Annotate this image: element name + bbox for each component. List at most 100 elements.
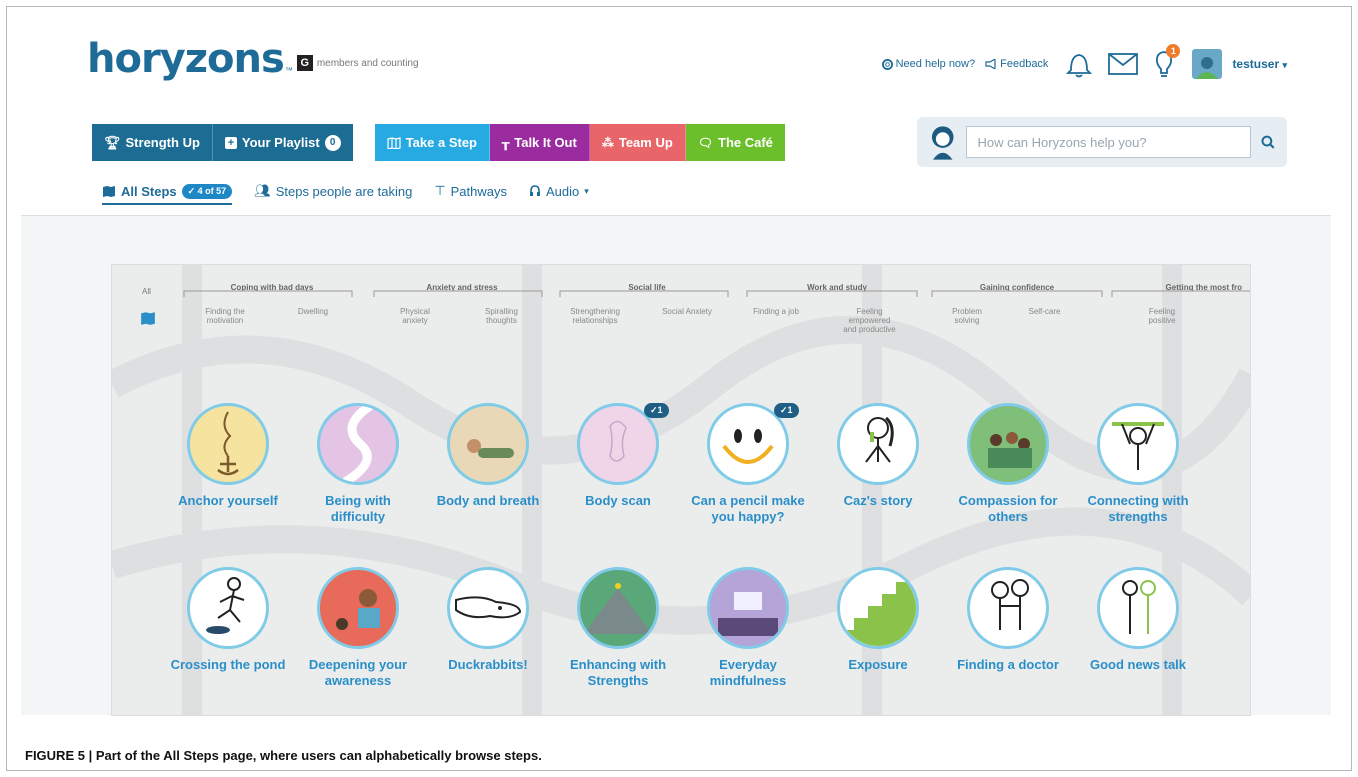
your-playlist-button[interactable]: + Your Playlist 0 — [212, 124, 353, 161]
the-cafe-label: The Café — [718, 135, 773, 150]
filter-dwelling[interactable]: Dwelling — [288, 307, 338, 316]
filter-sub-label: Problem solving — [952, 307, 982, 325]
filter-group-brackets — [183, 290, 1250, 297]
filter-problem-solving[interactable]: Problem solving — [942, 307, 992, 325]
plus-square-icon: + — [224, 136, 237, 149]
the-cafe-button[interactable]: 🗨︎ The Café — [685, 124, 785, 161]
step-thumbnail — [447, 403, 529, 485]
signpost-icon: ⊤ — [434, 183, 446, 198]
tab-audio[interactable]: Audio ▾ — [529, 184, 589, 199]
step-thumbnail — [967, 567, 1049, 649]
map-icon — [387, 136, 401, 149]
step-card-everyday-mindfulness[interactable]: Everyday mindfulness — [688, 567, 808, 689]
completed-badge: ✓1 — [774, 403, 799, 418]
step-thumbnail — [317, 567, 399, 649]
step-card-compassion-for-others[interactable]: Compassion for others — [948, 403, 1068, 525]
filter-physical-anxiety[interactable]: Physical anxiety — [390, 307, 440, 325]
filter-sub-label: Self-care — [1028, 307, 1061, 316]
step-title: Caz's story — [843, 493, 913, 508]
tips-button[interactable]: 1 — [1154, 44, 1181, 78]
caret-down-icon: ▾ — [1282, 60, 1287, 70]
weightlifter-illustration-icon — [1112, 422, 1164, 470]
trophy-icon: 🏆︎ — [104, 134, 121, 150]
filter-feeling-positive[interactable]: Feeling positive — [1137, 307, 1187, 325]
step-card-being-with-difficulty[interactable]: Being with difficulty — [298, 403, 418, 525]
tab-all-steps[interactable]: All Steps ✓ 4 of 57 — [102, 183, 233, 205]
notifications-button[interactable] — [1066, 50, 1093, 78]
step-title: Enhancing with Strengths — [569, 657, 667, 688]
step-card-body-and-breath[interactable]: Body and breath — [428, 403, 548, 509]
filter-strengthening-relationships[interactable]: Strengthening relationships — [560, 307, 630, 325]
content-area: All Coping with bad days Anxiety and str… — [21, 215, 1331, 716]
talk-it-out-button[interactable]: ┰ Talk It Out — [490, 124, 590, 161]
strength-up-label: Strength Up — [125, 135, 200, 150]
step-title: Anchor yourself — [178, 493, 278, 508]
filter-sub-label: Dwelling — [297, 307, 329, 316]
user-menu[interactable]: testuser ▾ — [1232, 57, 1287, 71]
step-card-crossing-the-pond[interactable]: Crossing the pond — [168, 567, 288, 673]
help-link[interactable]: Need help now? — [881, 58, 975, 70]
avatar[interactable] — [1192, 49, 1223, 79]
strength-up-button[interactable]: 🏆︎ Strength Up — [92, 124, 213, 161]
step-title: Finding a doctor — [957, 657, 1059, 672]
messages-button[interactable] — [1108, 53, 1139, 75]
smiley-face-icon — [722, 429, 774, 464]
team-up-button[interactable]: ⁂ Team Up — [589, 124, 686, 161]
step-title: Exposure — [848, 657, 908, 672]
bell-icon — [1066, 54, 1093, 78]
filter-sub-label: Spiralling thoughts — [485, 307, 518, 325]
filter-sub-label: Feeling empowered and productive — [843, 307, 896, 334]
tab-audio-label: Audio — [546, 183, 580, 199]
step-title: Being with difficulty — [325, 493, 391, 524]
reclining-person-illustration-icon — [467, 439, 514, 458]
filter-sub-label: Physical anxiety — [400, 307, 430, 325]
step-thumbnail — [967, 403, 1049, 485]
step-card-duckrabbits[interactable]: Duckrabbits! — [428, 567, 548, 673]
step-card-finding-a-doctor[interactable]: Finding a doctor — [948, 567, 1068, 673]
tab-all-steps-label: All Steps — [121, 183, 177, 199]
duckrabbit-illustration-icon — [455, 596, 522, 619]
megaphone-icon — [985, 59, 996, 69]
search-input[interactable] — [966, 126, 1252, 158]
body-outline-illustration-icon — [609, 420, 627, 462]
tab-steps-people-taking[interactable]: 👥︎ Steps people are taking — [254, 183, 412, 199]
caret-down-icon: ▾ — [584, 185, 589, 196]
step-card-good-news-talk[interactable]: Good news talk — [1078, 567, 1198, 673]
feedback-link[interactable]: Feedback — [985, 58, 1048, 70]
step-card-anchor-yourself[interactable]: Anchor yourself — [168, 403, 288, 509]
talk-it-out-label: Talk It Out — [514, 135, 577, 150]
filter-social-anxiety[interactable]: Social Anxiety — [662, 307, 712, 316]
filter-finding-motivation[interactable]: Finding the motivation — [200, 307, 250, 325]
step-card-enhancing-with-strengths[interactable]: Enhancing with Strengths — [558, 567, 678, 689]
step-card-connecting-with-strengths[interactable]: Connecting with strengths — [1078, 403, 1198, 525]
header-actions: Need help now? Feedback 1 testuser ▾ — [881, 44, 1287, 79]
chat-bubbles-icon: 🗨︎ — [697, 135, 714, 150]
filter-finding-a-job[interactable]: Finding a job — [752, 307, 800, 316]
logo[interactable]: horyzons ™ G members and counting — [87, 37, 419, 81]
step-thumbnail — [1097, 567, 1179, 649]
map-icon[interactable] — [140, 311, 156, 325]
tab-pathways[interactable]: ⊤ Pathways — [434, 183, 507, 199]
step-card-deepening-your-awareness[interactable]: Deepening your awareness — [298, 567, 418, 689]
search-icon[interactable] — [1261, 135, 1275, 149]
step-card-cazs-story[interactable]: Caz's story — [818, 403, 938, 509]
filter-spiralling-thoughts[interactable]: Spiralling thoughts — [474, 307, 529, 325]
step-card-can-a-pencil-make-you-happy[interactable]: ✓1 Can a pencil make you happy? — [688, 403, 808, 525]
step-card-body-scan[interactable]: ✓1 Body scan — [558, 403, 678, 509]
step-title: Deepening your awareness — [308, 657, 408, 688]
filter-feeling-empowered[interactable]: Feeling empowered and productive — [842, 307, 897, 334]
lifebuoy-icon — [881, 58, 893, 70]
step-thumbnail — [187, 567, 269, 649]
logo-trademark: ™ — [284, 66, 293, 75]
team-icon: ⁂ — [601, 135, 614, 150]
step-thumbnail — [317, 403, 399, 485]
filter-sub-label: Feeling positive — [1148, 307, 1176, 325]
filter-self-care[interactable]: Self-care — [1017, 307, 1072, 316]
take-a-step-button[interactable]: Take a Step — [374, 124, 490, 161]
take-a-step-label: Take a Step — [405, 135, 477, 150]
header: horyzons ™ G members and counting Need h… — [87, 37, 1307, 97]
step-card-exposure[interactable]: Exposure — [818, 567, 938, 673]
feedback-link-label: Feedback — [1000, 58, 1049, 70]
users-icon: 👥︎ — [254, 183, 271, 198]
steps-panel: All Coping with bad days Anxiety and str… — [111, 264, 1251, 716]
